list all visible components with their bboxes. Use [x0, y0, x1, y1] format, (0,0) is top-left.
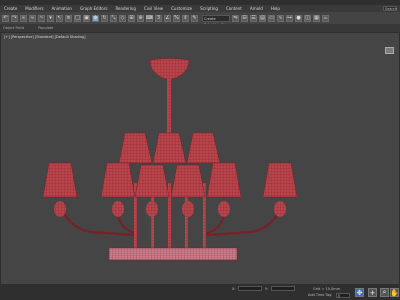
window-crossing-icon[interactable]: ▣	[83, 14, 90, 22]
x-coordinate-field[interactable]	[238, 286, 262, 291]
ribbon-toggle-icon[interactable]: ▭	[268, 14, 275, 22]
render-icon[interactable]: ☕	[322, 14, 329, 22]
left-arm	[60, 207, 136, 237]
menu-customize[interactable]: Customize	[171, 6, 192, 11]
select-by-name-icon[interactable]: ≡	[65, 14, 72, 22]
layer-explorer-icon[interactable]: ▤	[259, 14, 266, 22]
bind-spacewarp-icon[interactable]: ~	[38, 14, 45, 22]
y-coordinate-label: Y:	[265, 287, 268, 291]
cup-3	[146, 201, 158, 217]
selection-set-dropdown[interactable]: Create Selection Se	[202, 14, 230, 27]
schematic-view-icon[interactable]: ⊶	[286, 14, 293, 22]
cup-4	[182, 201, 194, 217]
cup-5	[218, 201, 230, 217]
select-move-icon[interactable]: ✥	[92, 14, 99, 22]
upper-shade-2	[152, 132, 187, 164]
lower-shade-6	[262, 162, 298, 198]
select-scale-icon[interactable]: ⤡	[110, 14, 117, 22]
chandelier-base	[108, 247, 238, 261]
menu-create[interactable]: Create	[4, 6, 17, 11]
menu-bar: Create Modifiers Animation Graph Editors…	[0, 5, 400, 12]
placement-icon[interactable]: ◇	[119, 14, 126, 22]
menu-graph-editors[interactable]: Graph Editors	[80, 6, 107, 11]
menu-arnold[interactable]: Arnold	[250, 6, 263, 11]
angle-snap-icon[interactable]: ∠	[164, 14, 171, 22]
auto-key-button[interactable]: ✥	[355, 288, 364, 297]
cup-6	[274, 201, 286, 217]
upper-shade-1	[118, 132, 153, 164]
menu-help[interactable]: Help	[271, 6, 280, 11]
y-coordinate-field[interactable]	[271, 286, 295, 291]
rect-selection-icon[interactable]: □	[74, 14, 81, 22]
rendered-frame-icon[interactable]: ▦	[313, 14, 320, 22]
curve-editor-icon[interactable]: ∿	[277, 14, 284, 22]
scene-explorer-icon[interactable]: ☰	[250, 14, 257, 22]
reference-coordinate-icon[interactable]: ⊞	[128, 14, 135, 22]
zoom-icon[interactable]: ⌕	[380, 288, 389, 297]
lower-shade-4	[170, 164, 206, 198]
menu-civil-view[interactable]: Civil View	[144, 6, 163, 11]
lower-shade-5	[206, 162, 242, 198]
material-editor-icon[interactable]: ●	[295, 14, 302, 22]
select-rotate-icon[interactable]: ↻	[101, 14, 108, 22]
percent-snap-icon[interactable]: %	[173, 14, 180, 22]
add-keyframe-icon[interactable]: +	[368, 288, 377, 297]
grid-size-readout: Grid = 10,0mm	[313, 287, 341, 291]
right-arm	[206, 207, 282, 237]
unlink-icon[interactable]: ≈	[29, 14, 36, 22]
menu-modifiers[interactable]: Modifiers	[25, 6, 43, 11]
menu-animation[interactable]: Animation	[52, 6, 72, 11]
redo-icon[interactable]: ↷	[11, 14, 18, 22]
snaps-toggle-icon[interactable]: 3	[155, 14, 162, 22]
perspective-viewport[interactable]: [+] [Perspective] [Standard] [Default Sh…	[0, 32, 400, 285]
search-input[interactable]: Search	[383, 6, 397, 11]
main-toolbar: ↶ ↷ ∞ ≈ ~ ▾ ↖ ≡ □ ▣ ✥ ↻ ⤡ ◇ ⊞ ⊕ ⌨ 3 ∠ % …	[0, 12, 400, 27]
cup-2	[112, 201, 124, 217]
render-setup-icon[interactable]: ◫	[304, 14, 311, 22]
align-icon[interactable]: ⊟	[241, 14, 248, 22]
spinner-snap-icon[interactable]: ⇕	[182, 14, 189, 22]
lower-shade-1	[42, 162, 78, 198]
status-bar: X: Y: Grid = 10,0mm Add Time Tag 0 ✥ + ⌕…	[0, 285, 400, 300]
menu-rendering[interactable]: Rendering	[115, 6, 135, 11]
tab-object-paint[interactable]: Object Paint	[3, 26, 24, 30]
tab-populate[interactable]: Populate	[38, 26, 53, 30]
frame-field[interactable]: 0	[336, 293, 350, 298]
undo-icon[interactable]: ↶	[2, 14, 9, 22]
selection-filter-icon[interactable]: ▾	[47, 14, 54, 22]
ceiling-canopy	[149, 58, 190, 81]
x-coordinate-label: X:	[232, 287, 236, 291]
mirror-icon[interactable]: ⇋	[232, 14, 239, 22]
cup-1	[54, 201, 66, 217]
ribbon-subtabs: Object Paint Populate	[0, 24, 400, 32]
upper-shade-3	[186, 132, 221, 164]
menu-content[interactable]: Content	[226, 6, 242, 11]
named-selection-icon[interactable]: ✎	[191, 14, 198, 22]
keyboard-shortcut-icon[interactable]: ⌨	[146, 14, 153, 22]
link-icon[interactable]: ∞	[20, 14, 27, 22]
lower-shade-2	[100, 162, 136, 198]
pan-icon[interactable]: ✋	[390, 288, 399, 297]
add-time-tag-button[interactable]: Add Time Tag	[308, 293, 332, 297]
chandelier-model[interactable]	[1, 33, 399, 284]
menu-scripting[interactable]: Scripting	[200, 6, 218, 11]
pivot-center-icon[interactable]: ⊕	[137, 14, 144, 22]
select-object-icon[interactable]: ↖	[56, 14, 63, 22]
lower-shade-3	[134, 164, 170, 198]
